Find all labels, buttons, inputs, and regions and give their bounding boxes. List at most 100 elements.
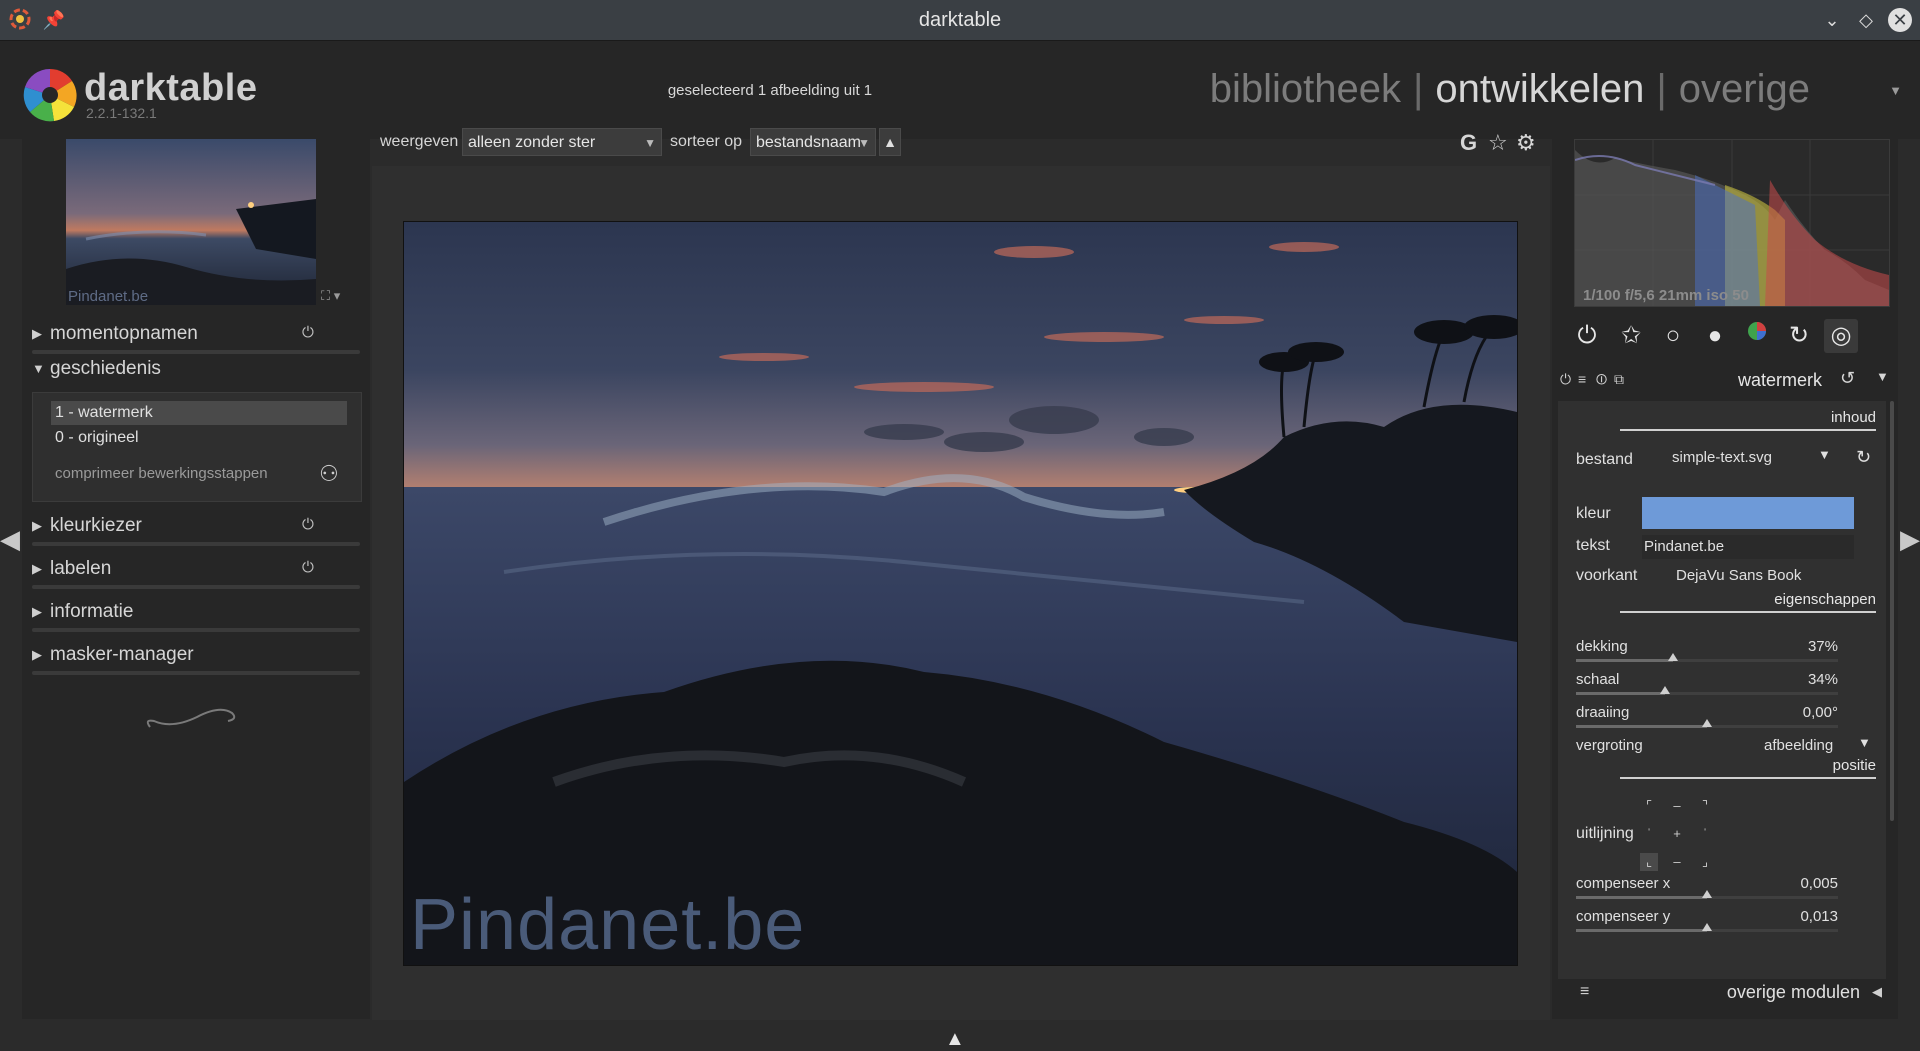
sort-select[interactable]: bestandsnaam ▼ xyxy=(750,128,876,156)
module-duplicate-icon[interactable]: ⧉ xyxy=(1614,371,1624,388)
expand-left-icon: ◀ xyxy=(1872,984,1882,999)
color-picker-button[interactable] xyxy=(1642,497,1854,529)
minimize-icon[interactable]: ⌄ xyxy=(1820,8,1844,32)
right-panel-toggle[interactable]: ▶ xyxy=(1900,524,1920,555)
offset-x-slider[interactable]: compenseer x 0,005 xyxy=(1576,875,1856,901)
darktable-logo-icon xyxy=(22,67,78,128)
module-labelen[interactable]: ▶ labelen ⏻ xyxy=(32,553,362,589)
module-reset-icon[interactable]: ↺ xyxy=(1840,368,1855,389)
header: darktable 2.2.1-132.1 geselecteerd 1 afb… xyxy=(0,41,1920,139)
view-filter-select[interactable]: alleen zonder ster ▼ xyxy=(462,128,662,156)
align-right-button[interactable]: ˈ xyxy=(1696,825,1714,843)
dropdown-arrow-icon: ▼ xyxy=(858,136,870,150)
history-item[interactable]: 0 - origineel xyxy=(51,426,347,450)
module-title: watermerk xyxy=(1738,370,1823,390)
thumbnail-zoom-icon[interactable]: ⛶ ▾ xyxy=(321,288,340,304)
offset-y-slider[interactable]: compenseer y 0,013 xyxy=(1576,908,1856,934)
module-geschiedenis[interactable]: ▼ geschiedenis xyxy=(32,353,362,385)
view-filter-value: alleen zonder ster xyxy=(468,134,596,151)
slider-knob[interactable] xyxy=(1702,923,1712,931)
left-panel-toggle[interactable]: ◀ xyxy=(0,524,20,555)
power-icon[interactable]: ⏻ xyxy=(1570,319,1604,353)
correct-group-icon[interactable]: ↻ xyxy=(1782,319,1816,353)
color-group-icon[interactable] xyxy=(1740,319,1774,353)
compress-history-button[interactable]: comprimeer bewerkingsstappen xyxy=(55,465,268,482)
alignment-label: uitlijning xyxy=(1576,825,1634,842)
align-top-button[interactable]: – xyxy=(1668,797,1686,815)
file-select[interactable]: simple-text.svg xyxy=(1672,449,1772,466)
sort-direction-button[interactable]: ▲ xyxy=(879,128,901,156)
grouping-button[interactable]: G xyxy=(1460,130,1477,156)
thumbnail-watermark: Pindanet.be xyxy=(68,288,148,305)
dropdown-arrow-icon[interactable]: ▼ xyxy=(1818,447,1831,462)
slider-track xyxy=(1576,923,1838,932)
right-panel: 1/100 f/5,6 21mm iso 50 ⏻ ✩ ○ ● ↻ ◎ ⏻ ≡ … xyxy=(1552,139,1898,1019)
watermark-text-input[interactable]: Pindanet.be xyxy=(1642,535,1854,559)
view-other[interactable]: overige xyxy=(1679,67,1810,111)
slider-value: 0,013 xyxy=(1800,908,1838,925)
tone-group-icon[interactable]: ● xyxy=(1698,319,1732,353)
module-menu-icon[interactable]: ≡ xyxy=(1578,371,1586,387)
module-kleurkiezer[interactable]: ▶ kleurkiezer ⏻ xyxy=(32,510,362,546)
scale-on-label: vergroting xyxy=(1576,737,1643,754)
font-button[interactable]: DejaVu Sans Book xyxy=(1676,567,1801,584)
expand-icon: ▶ xyxy=(32,518,42,533)
favorites-icon[interactable]: ✩ xyxy=(1614,319,1648,353)
align-top-left-button[interactable]: ⌜ xyxy=(1640,797,1658,815)
effects-group-icon[interactable]: ◎ xyxy=(1824,319,1858,353)
align-bottom-right-button[interactable]: ⌟ xyxy=(1696,853,1714,871)
image-watermark: Pindanet.be xyxy=(410,885,805,965)
more-modules-bar[interactable]: ≡ overige modulen ◀ xyxy=(1558,979,1886,1007)
module-masker-manager[interactable]: ▶ masker-manager xyxy=(32,639,362,675)
navigation-thumbnail[interactable]: Pindanet.be xyxy=(66,139,316,305)
view-library[interactable]: bibliotheek xyxy=(1210,67,1401,111)
module-info-icon[interactable]: ⏼ xyxy=(1596,371,1607,388)
scale-on-select[interactable]: afbeelding xyxy=(1764,737,1833,754)
module-enable-icon[interactable]: ⏻ xyxy=(1560,371,1571,388)
more-modules-label: overige modulen xyxy=(1726,982,1860,1002)
slider-knob[interactable] xyxy=(1667,653,1678,661)
module-momentopnamen[interactable]: ▶ momentopnamen ⏻ xyxy=(32,318,362,354)
slider-label: compenseer x xyxy=(1576,875,1671,892)
view-darkroom[interactable]: ontwikkelen xyxy=(1435,67,1644,111)
align-center-button[interactable]: + xyxy=(1668,825,1686,843)
slider-knob[interactable] xyxy=(1702,890,1712,898)
histogram[interactable]: 1/100 f/5,6 21mm iso 50 xyxy=(1574,139,1890,307)
star-icon[interactable]: ☆ xyxy=(1488,130,1508,156)
align-left-button[interactable]: ˈ xyxy=(1640,825,1658,843)
sort-label: sorteer op xyxy=(670,133,743,150)
history-item[interactable]: 1 - watermerk xyxy=(51,401,347,425)
section-title-properties: eigenschappen xyxy=(1774,591,1876,608)
slider-knob[interactable] xyxy=(1660,686,1671,694)
main-image[interactable]: Pindanet.be xyxy=(403,221,1518,966)
module-label: labelen xyxy=(50,558,112,579)
align-bottom-button[interactable]: – xyxy=(1668,853,1686,871)
options-icon[interactable]: ⏻ xyxy=(302,324,314,341)
section-title-content: inhoud xyxy=(1830,409,1876,426)
slider-label: compenseer y xyxy=(1576,908,1671,925)
menu-icon[interactable]: ≡ xyxy=(1580,983,1589,1001)
divider xyxy=(32,585,360,589)
bottom-panel-toggle[interactable]: ▲ xyxy=(945,1028,965,1051)
refresh-icon[interactable]: ↻ xyxy=(1856,447,1871,468)
dropdown-arrow-icon[interactable]: ▼ xyxy=(1858,735,1871,750)
app-version: 2.2.1-132.1 xyxy=(86,105,157,121)
close-icon[interactable]: ✕ xyxy=(1888,8,1912,32)
gear-icon[interactable]: ⚙ xyxy=(1516,130,1536,156)
rotation-slider[interactable]: draaiing 0,00° xyxy=(1576,704,1856,730)
maximize-icon[interactable]: ◇ xyxy=(1854,8,1878,32)
opacity-slider[interactable]: dekking 37% xyxy=(1576,638,1856,664)
align-top-right-button[interactable]: ⌝ xyxy=(1696,797,1714,815)
scale-slider[interactable]: schaal 34% xyxy=(1576,671,1856,697)
options-icon[interactable]: ⏻ xyxy=(302,516,314,533)
selection-info: geselecteerd 1 afbeelding uit 1 xyxy=(667,82,873,99)
create-style-icon[interactable]: ⚇ xyxy=(319,461,339,487)
module-informatie[interactable]: ▶ informatie xyxy=(32,596,362,632)
basic-group-icon[interactable]: ○ xyxy=(1656,319,1690,353)
module-presets-icon[interactable]: ▼ xyxy=(1876,369,1889,384)
right-panel-scrollbar[interactable] xyxy=(1890,401,1894,821)
options-icon[interactable]: ⏻ xyxy=(302,559,314,576)
header-dropdown-icon[interactable]: ▼ xyxy=(1889,83,1902,98)
align-bottom-left-button[interactable]: ⌞ xyxy=(1640,853,1658,871)
slider-knob[interactable] xyxy=(1702,719,1712,727)
